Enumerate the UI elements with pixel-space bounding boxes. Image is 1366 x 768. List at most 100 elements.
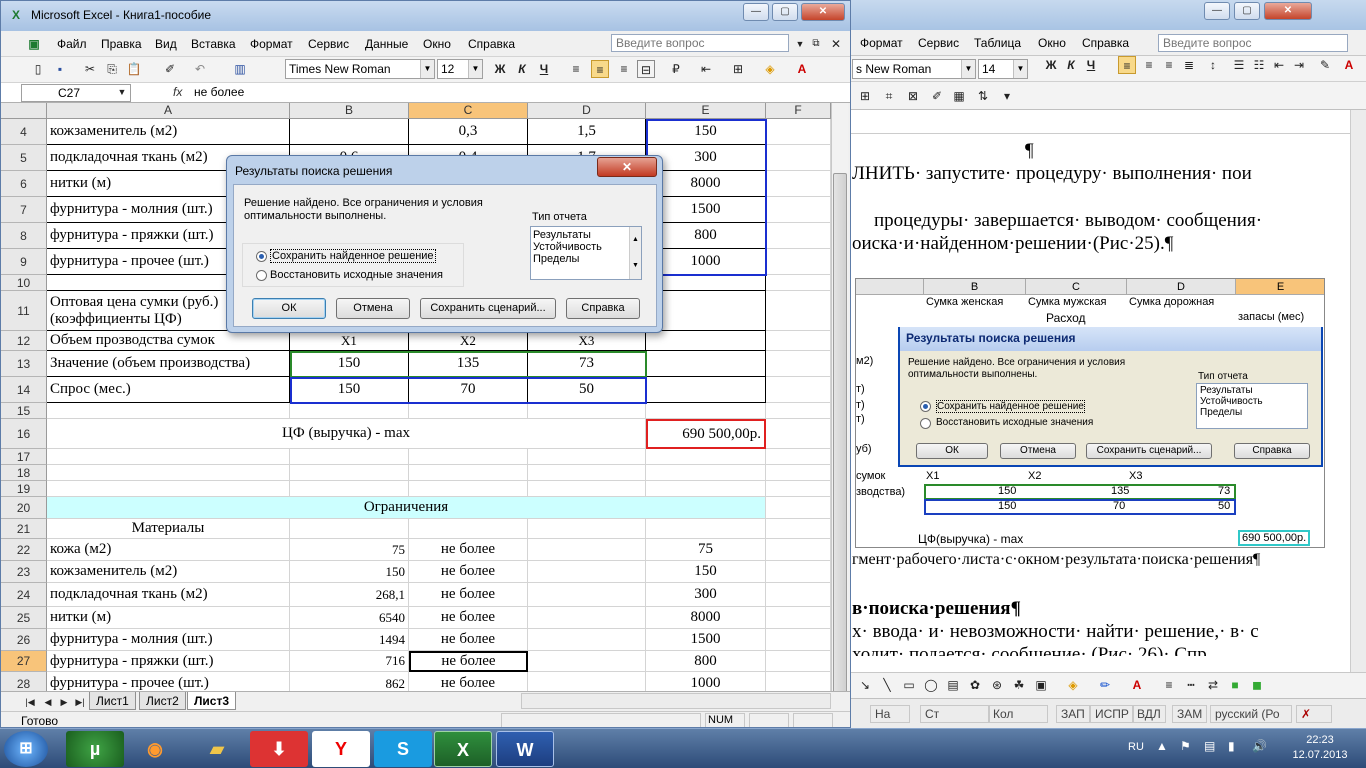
- dash-style-icon[interactable]: ┅: [1182, 676, 1200, 694]
- cell-a12[interactable]: Объем прозводства сумок: [47, 331, 290, 351]
- minimize-button[interactable]: —: [743, 3, 769, 21]
- justify-icon[interactable]: ≣: [1180, 56, 1198, 74]
- borders-icon[interactable]: ⊞: [729, 60, 747, 78]
- cell-f5[interactable]: [766, 145, 831, 171]
- row-header[interactable]: 23: [1, 561, 47, 583]
- format-painter-icon[interactable]: ✐: [161, 60, 179, 78]
- arrow-icon[interactable]: ↘: [856, 676, 874, 694]
- table-icon[interactable]: ⊞: [856, 87, 874, 105]
- cell-f18[interactable]: [766, 465, 831, 481]
- cell-f6[interactable]: [766, 171, 831, 197]
- cell-c22[interactable]: не более: [409, 539, 528, 561]
- cell-c12[interactable]: X2: [409, 331, 528, 351]
- cell-e28[interactable]: 1000: [646, 672, 766, 691]
- cell-f20[interactable]: [766, 497, 831, 519]
- cell-e7[interactable]: 1500: [646, 197, 766, 223]
- copy-icon[interactable]: ⎘: [103, 60, 121, 78]
- row-header[interactable]: 22: [1, 539, 47, 561]
- maximize-button[interactable]: ▢: [772, 3, 798, 21]
- save-icon[interactable]: ▪: [51, 60, 69, 78]
- cell-e23[interactable]: 150: [646, 561, 766, 583]
- merge-icon[interactable]: ⊠: [904, 87, 922, 105]
- spelling-icon[interactable]: ✗: [1296, 705, 1332, 723]
- bold-icon[interactable]: Ж: [1042, 56, 1060, 74]
- cut-icon[interactable]: ✂: [81, 60, 99, 78]
- cell-e18[interactable]: [646, 465, 766, 481]
- skype-icon[interactable]: S: [374, 731, 432, 767]
- row-header[interactable]: 14: [1, 377, 47, 403]
- select-all-corner[interactable]: [1, 103, 47, 119]
- row-header[interactable]: 12: [1, 331, 47, 351]
- cell-d13[interactable]: 73: [528, 351, 646, 377]
- cell-a13[interactable]: Значение (объем производства): [47, 351, 290, 377]
- column-header-e[interactable]: E: [646, 103, 766, 119]
- cell-b22[interactable]: 75: [290, 539, 409, 561]
- cell-e25[interactable]: 8000: [646, 607, 766, 629]
- cell-b28[interactable]: 862: [290, 672, 409, 691]
- cell-e16[interactable]: 690 500,00р.: [646, 419, 766, 449]
- restore-values-label[interactable]: Восстановить исходные значения: [270, 269, 443, 281]
- cell-e19[interactable]: [646, 481, 766, 497]
- cell-a26[interactable]: фурнитура - молния (шт.): [47, 629, 290, 651]
- cell-f7[interactable]: [766, 197, 831, 223]
- cell-e8[interactable]: 800: [646, 223, 766, 249]
- cell-d27[interactable]: [528, 651, 646, 672]
- merge-center-icon[interactable]: ⊟: [637, 60, 655, 78]
- cell-f19[interactable]: [766, 481, 831, 497]
- cell-c23[interactable]: не более: [409, 561, 528, 583]
- report-results[interactable]: Результаты: [533, 229, 591, 241]
- cell-f15[interactable]: [766, 403, 831, 419]
- word-vertical-scrollbar[interactable]: [1350, 110, 1366, 690]
- font-color-icon[interactable]: A: [1128, 676, 1146, 694]
- options-icon[interactable]: ▾: [998, 87, 1016, 105]
- cell-e22[interactable]: 75: [646, 539, 766, 561]
- close-icon[interactable]: ✕: [827, 35, 845, 53]
- cell-e5[interactable]: 300: [646, 145, 766, 171]
- fill-color-icon[interactable]: ◈: [761, 60, 779, 78]
- cell-e27[interactable]: 800: [646, 651, 766, 672]
- clock[interactable]: 22:23 12.07.2013: [1290, 733, 1350, 763]
- row-header[interactable]: 10: [1, 275, 47, 291]
- cell-c25[interactable]: не более: [409, 607, 528, 629]
- cell-f17[interactable]: [766, 449, 831, 465]
- cell-f9[interactable]: [766, 249, 831, 275]
- menu-help[interactable]: Справка: [468, 37, 515, 51]
- tab-sheet2[interactable]: Лист2: [139, 692, 186, 710]
- paste-icon[interactable]: 📋: [125, 60, 143, 78]
- menu-window[interactable]: Окно: [423, 37, 451, 51]
- last-sheet-icon[interactable]: ▶|: [71, 693, 89, 711]
- cell-e12[interactable]: [646, 331, 766, 351]
- cell-c19[interactable]: [409, 481, 528, 497]
- word-ask-input[interactable]: Введите вопрос: [1158, 34, 1348, 52]
- keep-solution-radio[interactable]: [256, 251, 267, 262]
- row-header[interactable]: 4: [1, 119, 47, 145]
- align-right-icon[interactable]: ≡: [1160, 56, 1178, 74]
- word-menu-help[interactable]: Справка: [1082, 36, 1129, 50]
- word-minimize-button[interactable]: —: [1204, 2, 1230, 20]
- cell-c4[interactable]: 0,3: [409, 119, 528, 145]
- numbering-icon[interactable]: ☰: [1230, 56, 1248, 74]
- chevron-down-icon[interactable]: ▼: [113, 83, 131, 101]
- cell-f4[interactable]: [766, 119, 831, 145]
- cell-c24[interactable]: не более: [409, 583, 528, 607]
- picture-icon[interactable]: ▣: [1032, 676, 1050, 694]
- column-header-c[interactable]: C: [409, 103, 528, 119]
- row-header[interactable]: 28: [1, 672, 47, 691]
- cell-a21[interactable]: Материалы: [47, 519, 290, 539]
- save-scenario-button[interactable]: Сохранить сценарий...: [420, 298, 556, 319]
- cell-b24[interactable]: 268,1: [290, 583, 409, 607]
- cell-b25[interactable]: 6540: [290, 607, 409, 629]
- cell-e6[interactable]: 8000: [646, 171, 766, 197]
- italic-icon[interactable]: К: [513, 60, 531, 78]
- row-header[interactable]: 21: [1, 519, 47, 539]
- cell-a28[interactable]: фурнитура - прочее (шт.): [47, 672, 290, 691]
- cell-d17[interactable]: [528, 449, 646, 465]
- cell-b15[interactable]: [290, 403, 409, 419]
- cell-a15[interactable]: [47, 403, 290, 419]
- row-header[interactable]: 11: [1, 291, 47, 331]
- line-style-icon[interactable]: ≡: [1160, 676, 1178, 694]
- row-header[interactable]: 20: [1, 497, 47, 519]
- cell-f14[interactable]: [766, 377, 831, 403]
- cell-a25[interactable]: нитки (м): [47, 607, 290, 629]
- fill-color-icon[interactable]: ◈: [1064, 676, 1082, 694]
